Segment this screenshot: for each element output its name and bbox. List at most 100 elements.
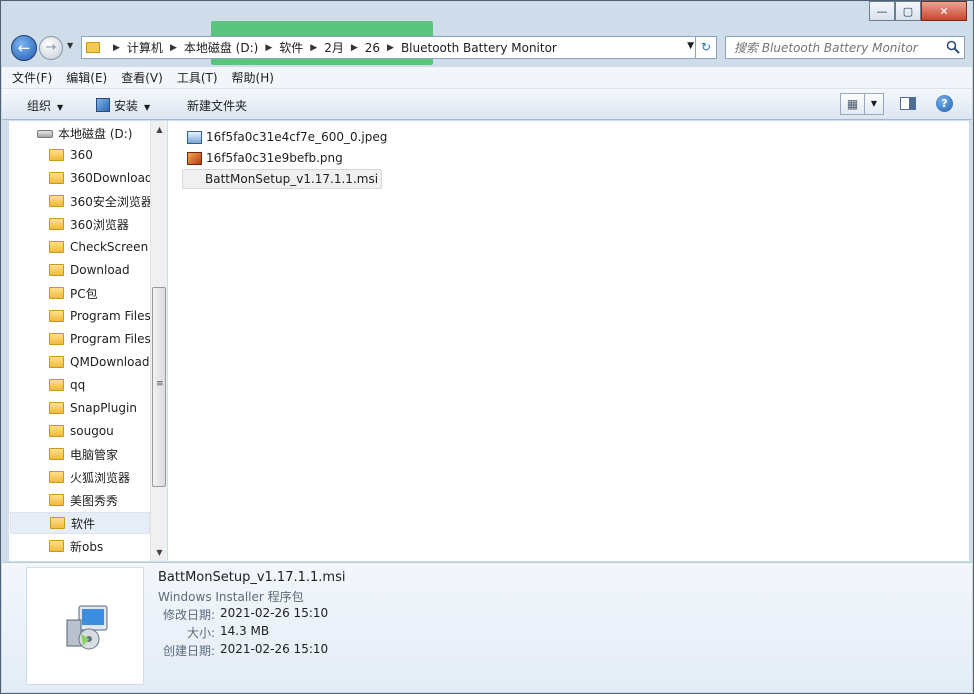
chevron-right-icon[interactable]: ▶ (170, 43, 177, 53)
nav-item-drive-d[interactable]: 本地磁盘 (D:) (37, 125, 132, 142)
nav-folder-label: QMDownload (70, 355, 150, 369)
file-item[interactable]: BattMonSetup_v1.17.1.1.msi (182, 169, 383, 189)
organize-button[interactable]: 组织 ▼ (27, 97, 63, 114)
file-item[interactable]: 16f5fa0c31e4cf7e_600_0.jpeg (184, 127, 390, 147)
close-button[interactable]: ✕ (921, 1, 967, 21)
nav-folder-item[interactable]: Download (49, 259, 150, 281)
nav-folder-item[interactable]: SnapPlugin (49, 397, 150, 419)
folder-icon (50, 517, 65, 529)
nav-folder-item[interactable]: 电脑管家 (49, 443, 150, 465)
install-button[interactable]: 安装 ▼ (96, 97, 150, 114)
chevron-right-icon[interactable]: ▶ (387, 43, 394, 53)
change-view-button[interactable]: ▦ ▼ (840, 93, 884, 115)
breadcrumb-26[interactable]: 26 (365, 41, 380, 55)
view-dropdown-chevron-icon[interactable]: ▼ (865, 94, 883, 114)
hard-drive-icon (37, 129, 53, 138)
details-value: 2021-02-26 15:10 (220, 642, 329, 656)
file-name: 16f5fa0c31e9befb.png (206, 151, 343, 165)
refresh-button[interactable]: ↻ (695, 36, 717, 59)
nav-folder-item[interactable]: 360安全浏览器 (49, 190, 150, 212)
menu-tools[interactable]: 工具(T) (177, 69, 218, 86)
folder-icon (49, 540, 64, 552)
maximize-button[interactable]: ▢ (895, 1, 921, 21)
address-row: ← → ▼ ▶ 计算机 ▶ 本地磁盘 (D:) ▶ 软件 ▶ 2月 ▶ 26 ▶… (9, 31, 967, 63)
details-key: 大小: (186, 626, 215, 640)
nav-scrollbar[interactable]: ▲ ≡ ▼ (150, 121, 167, 561)
details-file-type: Windows Installer 程序包 (158, 590, 304, 604)
chevron-right-icon[interactable]: ▶ (310, 43, 317, 53)
search-icon[interactable] (946, 40, 960, 54)
breadcrumb-drive-d[interactable]: 本地磁盘 (D:) (184, 39, 258, 56)
menu-view[interactable]: 查看(V) (121, 69, 163, 86)
minimize-button[interactable]: — (869, 1, 895, 21)
menu-help[interactable]: 帮助(H) (232, 69, 274, 86)
folder-icon (49, 356, 64, 368)
nav-folder-label: 360安全浏览器 (70, 194, 150, 209)
nav-folder-item[interactable]: 360 (49, 144, 150, 166)
nav-folder-item[interactable]: Program Files (49, 305, 150, 327)
nav-folder-item[interactable]: CheckScreen (49, 236, 150, 258)
search-box[interactable] (725, 36, 965, 59)
forward-button[interactable]: → (39, 36, 63, 60)
file-list: 16f5fa0c31e4cf7e_600_0.jpeg 16f5fa0c31e9b… (168, 121, 969, 561)
folder-icon (49, 172, 64, 184)
nav-folder-item[interactable]: qq (49, 374, 150, 396)
nav-folder-item[interactable]: 美图秀秀 (49, 489, 150, 511)
preview-pane-icon[interactable] (900, 97, 916, 110)
view-options-icon[interactable]: ▦ (841, 94, 865, 114)
explorer-window: — ▢ ✕ ← → ▼ ▶ 计算机 ▶ 本地磁盘 (D:) ▶ 软件 ▶ 2月 … (0, 0, 974, 694)
nav-folder-item[interactable]: 360Downloads (49, 167, 150, 189)
address-bar[interactable]: ▶ 计算机 ▶ 本地磁盘 (D:) ▶ 软件 ▶ 2月 ▶ 26 ▶ Bluet… (81, 36, 699, 59)
nav-folder-label: Program Files (70, 309, 150, 323)
nav-folder-item[interactable]: sougou (49, 420, 150, 442)
folder-icon (49, 195, 64, 207)
chevron-right-icon[interactable]: ▶ (113, 43, 120, 53)
menu-edit[interactable]: 编辑(E) (66, 69, 107, 86)
folder-icon (49, 310, 64, 322)
caption-buttons: — ▢ ✕ (869, 1, 967, 21)
chevron-down-icon: ▼ (144, 103, 151, 112)
nav-folder-item[interactable]: 360浏览器 (49, 213, 150, 235)
new-folder-button[interactable]: 新建文件夹 (187, 97, 247, 114)
nav-folder-label: 电脑管家 (70, 447, 119, 462)
scroll-down-arrow-icon[interactable]: ▼ (151, 544, 168, 561)
breadcrumb-february[interactable]: 2月 (324, 39, 344, 56)
navigation-pane: 本地磁盘 (D:) 360 360Downloads 360安全浏览器 360浏览器 C… (9, 121, 167, 561)
nav-folder-label: sougou (70, 424, 114, 438)
folder-icon (49, 287, 64, 299)
folder-icon (49, 218, 64, 230)
installer-icon (96, 98, 110, 112)
nav-folder-item[interactable]: 新obs (49, 535, 150, 557)
chevron-right-icon[interactable]: ▶ (351, 43, 358, 53)
search-input[interactable] (734, 40, 934, 55)
nav-folder-label: qq (70, 378, 86, 392)
breadcrumb-current-folder[interactable]: Bluetooth Battery Monitor (401, 41, 557, 55)
nav-folder-label: PC包 (70, 286, 98, 301)
help-icon[interactable]: ? (936, 95, 953, 112)
nav-folder-item[interactable]: 软件 (10, 512, 150, 534)
chevron-right-icon[interactable]: ▶ (265, 43, 272, 53)
file-item[interactable]: 16f5fa0c31e9befb.png (184, 148, 346, 168)
menu-file[interactable]: 文件(F) (12, 69, 52, 86)
nav-folder-label: 360浏览器 (70, 217, 129, 232)
details-file-name: BattMonSetup_v1.17.1.1.msi (158, 570, 346, 585)
nav-folder-label: 360Downloads (70, 171, 150, 185)
nav-folder-item[interactable]: QMDownload (49, 351, 150, 373)
back-button[interactable]: ← (11, 35, 37, 61)
folder-icon (49, 241, 64, 253)
folder-icon (49, 448, 64, 460)
command-bar: 组织 ▼ 安装 ▼ 新建文件夹 ▦ ▼ ? (2, 89, 972, 120)
nav-folder-item[interactable]: Program Files (x86) (49, 328, 150, 350)
recent-pages-dropdown[interactable]: ▼ (67, 41, 73, 50)
folder-icon (49, 471, 64, 483)
nav-folder-label: Download (70, 263, 130, 277)
organize-label: 组织 (27, 99, 52, 113)
scroll-up-arrow-icon[interactable]: ▲ (151, 121, 168, 138)
scrollbar-thumb[interactable]: ≡ (152, 287, 166, 487)
folder-icon (49, 494, 64, 506)
breadcrumb-computer[interactable]: 计算机 (127, 39, 163, 56)
nav-folder-item[interactable]: PC包 (49, 282, 150, 304)
breadcrumb-software[interactable]: 软件 (279, 39, 303, 56)
nav-folder-item[interactable]: 火狐浏览器 (49, 466, 150, 488)
address-history-dropdown[interactable]: ▼ (687, 41, 694, 51)
